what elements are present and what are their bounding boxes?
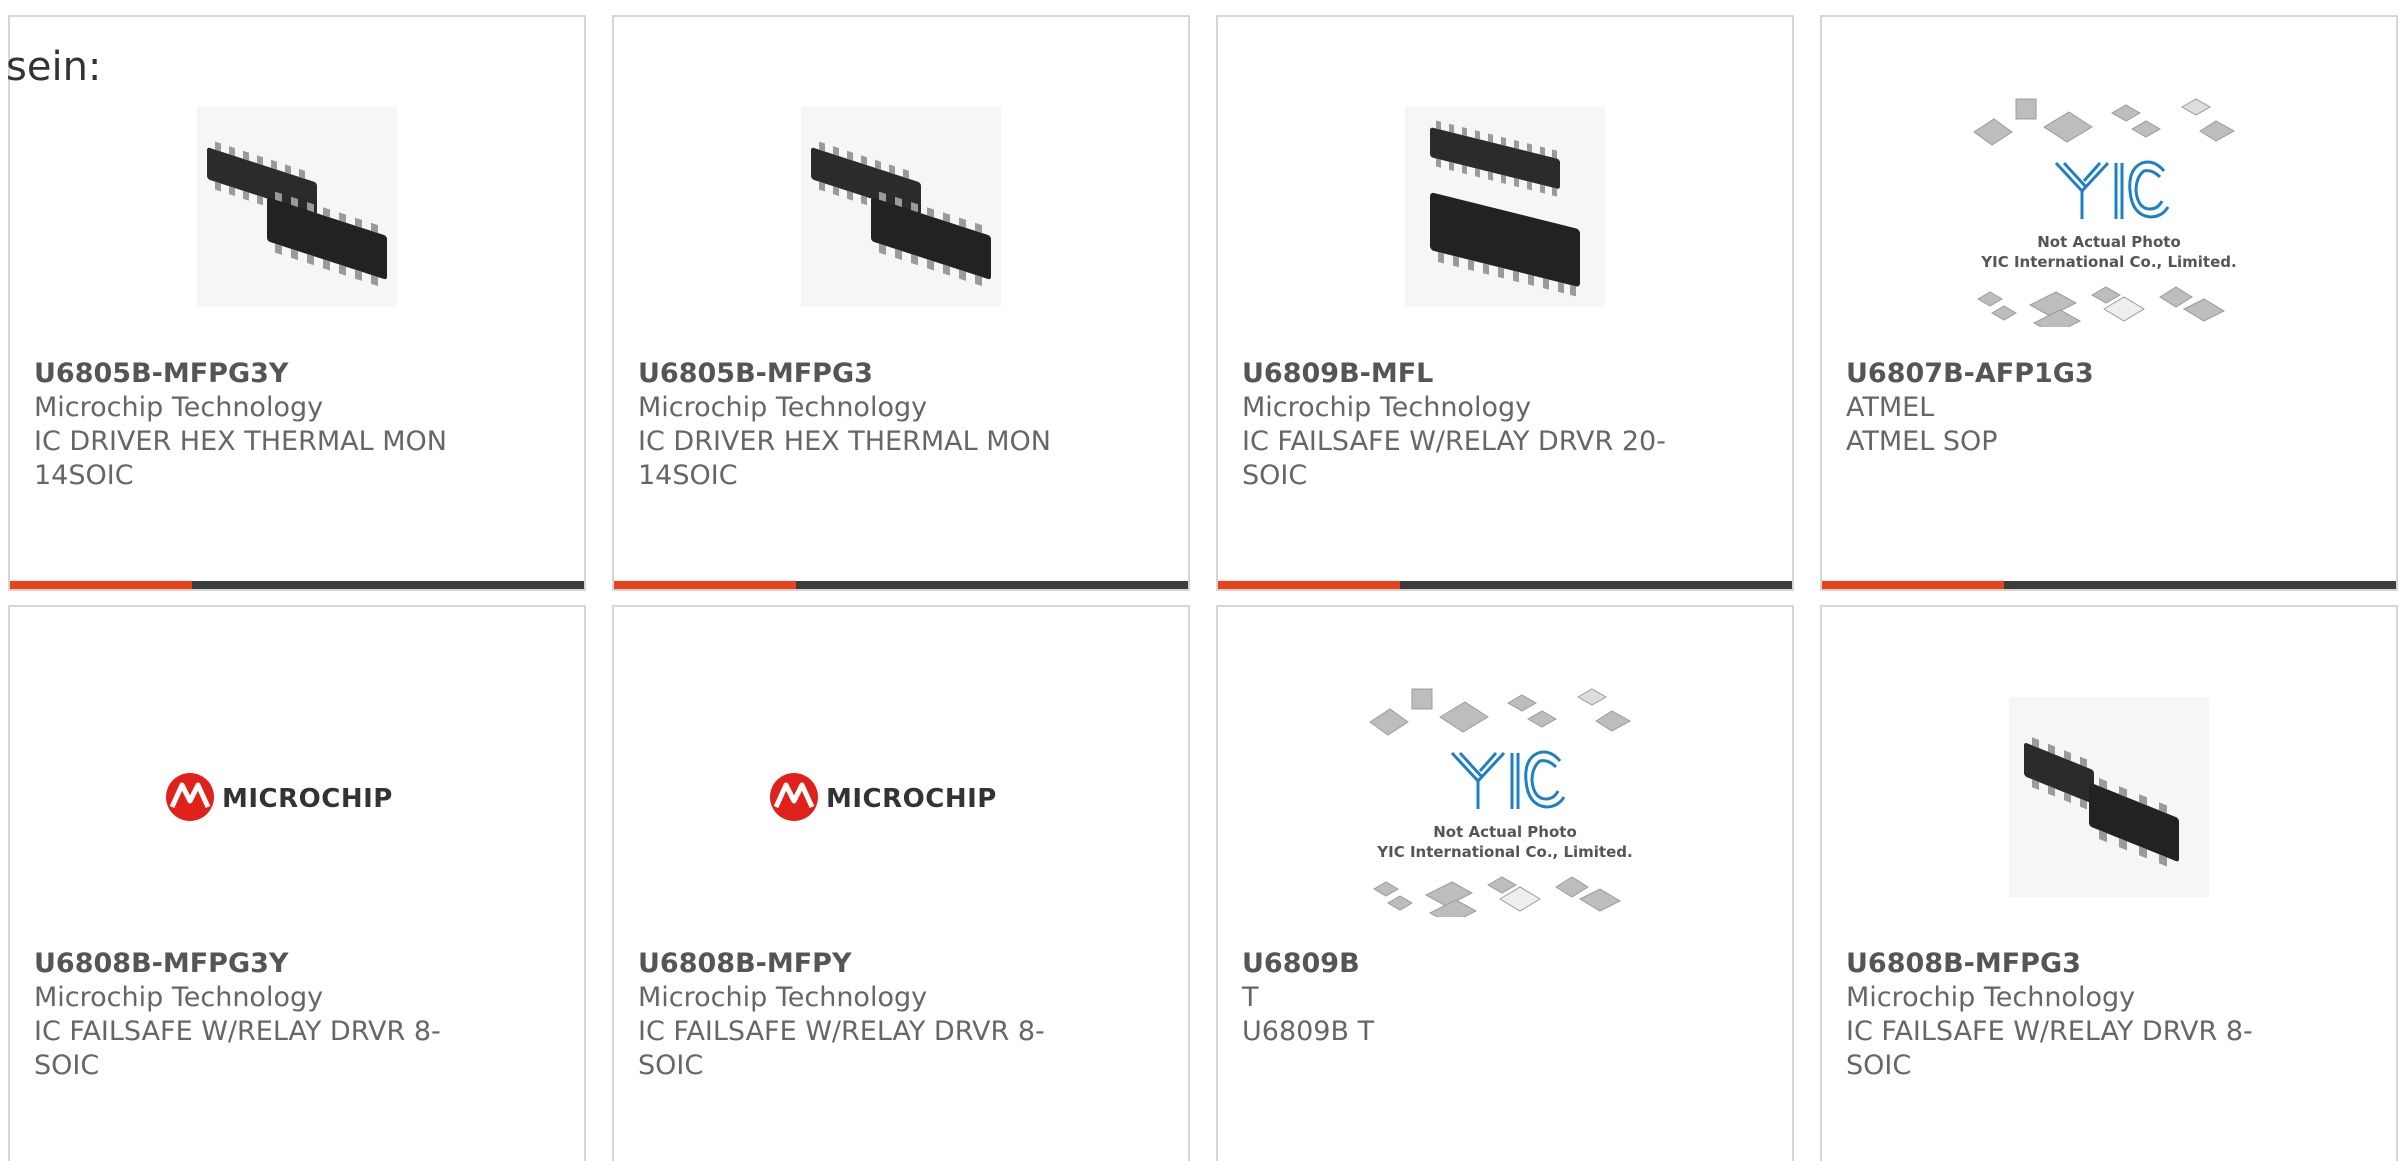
description-label: IC DRIVER HEX THERMAL MON 14SOIC — [638, 426, 1051, 491]
product-image[interactable]: MICROCHIP — [614, 677, 1188, 917]
product-image[interactable] — [1822, 677, 2396, 917]
product-image[interactable]: Not Actual Photo YIC International Co., … — [1218, 677, 1792, 917]
product-card[interactable]: U6805B-MFPG3 Microchip Technology IC DRIVE… — [612, 15, 1190, 591]
product-grid: U6805B-MFPG3Y Microchip Technology IC DRIV… — [8, 15, 2398, 1161]
product-info: U6809B-MFL Microchip Technology IC FAILSAF… — [1242, 357, 1672, 493]
card-bottom-bar — [10, 581, 584, 589]
part-number-link[interactable]: U6805B-MFPG3Y — [34, 357, 464, 391]
card-accent-bar — [10, 581, 192, 589]
manufacturer-label: Microchip Technology — [638, 392, 928, 423]
product-card[interactable]: U6809B-MFL Microchip Technology IC FAILSAF… — [1216, 15, 1794, 591]
part-number-link[interactable]: U6809B — [1242, 947, 1672, 981]
product-info: U6808B-MFPY Microchip Technology IC FAILSA… — [638, 947, 1068, 1083]
card-accent-bar — [614, 581, 796, 589]
part-number-link[interactable]: U6807B-AFP1G3 — [1846, 357, 2276, 391]
product-image[interactable] — [614, 87, 1188, 327]
manufacturer-label: Microchip Technology — [1242, 392, 1532, 423]
manufacturer-label: Microchip Technology — [1846, 982, 2136, 1013]
product-card[interactable]: U6805B-MFPG3Y Microchip Technology IC DRIV… — [8, 15, 586, 591]
svg-text:MICROCHIP: MICROCHIP — [222, 784, 393, 814]
card-bottom-bar — [614, 581, 1188, 589]
part-number-link[interactable]: U6808B-MFPY — [638, 947, 1068, 981]
placeholder-note-2: YIC International Co., Limited. — [1376, 843, 1632, 861]
manufacturer-label: T — [1242, 982, 1259, 1013]
card-accent-bar — [1218, 581, 1400, 589]
manufacturer-label: Microchip Technology — [34, 392, 324, 423]
product-listing-page: sein: U6805B-MFPG3Y Microchip Technology… — [0, 0, 2400, 1161]
description-label: IC FAILSAFE W/RELAY DRVR 8-SOIC — [638, 1016, 1045, 1081]
product-card[interactable]: Not Actual Photo YIC International Co., … — [1216, 605, 1794, 1161]
product-image[interactable] — [1218, 87, 1792, 327]
soic-8-icon — [2009, 697, 2209, 897]
product-image[interactable] — [10, 87, 584, 327]
intro-text: sein: — [6, 44, 102, 90]
manufacturer-label: Microchip Technology — [34, 982, 324, 1013]
part-number-link[interactable]: U6808B-MFPG3 — [1846, 947, 2276, 981]
product-image[interactable]: MICROCHIP — [10, 677, 584, 917]
description-label: IC FAILSAFE W/RELAY DRVR 8-SOIC — [34, 1016, 441, 1081]
description-label: IC FAILSAFE W/RELAY DRVR 20-SOIC — [1242, 426, 1666, 491]
soic-20-icon — [1405, 107, 1605, 307]
manufacturer-label: Microchip Technology — [638, 982, 928, 1013]
placeholder-note-1: Not Actual Photo — [2037, 233, 2181, 251]
part-number-link[interactable]: U6809B-MFL — [1242, 357, 1672, 391]
microchip-logo: MICROCHIP — [770, 773, 997, 821]
product-info: U6808B-MFPG3Y Microchip Technology IC FAIL… — [34, 947, 464, 1083]
part-number-link[interactable]: U6808B-MFPG3Y — [34, 947, 464, 981]
card-bottom-bar — [1822, 581, 2396, 589]
description-label: IC FAILSAFE W/RELAY DRVR 8-SOIC — [1846, 1016, 2253, 1081]
description-label: IC DRIVER HEX THERMAL MON 14SOIC — [34, 426, 447, 491]
yic-placeholder-icon: Not Actual Photo YIC International Co., … — [1369, 688, 1633, 917]
product-info: U6809B T U6809B T — [1242, 947, 1672, 1049]
placeholder-note-1: Not Actual Photo — [1433, 823, 1577, 841]
product-info: U6805B-MFPG3Y Microchip Technology IC DRIV… — [34, 357, 464, 493]
soic-14-icon — [801, 107, 1001, 307]
product-card[interactable]: U6808B-MFPG3 Microchip Technology IC FAILS… — [1820, 605, 2398, 1161]
product-card[interactable]: Not Actual Photo YIC International Co., … — [1820, 15, 2398, 591]
description-label: U6809B T — [1242, 1016, 1375, 1047]
part-number-link[interactable]: U6805B-MFPG3 — [638, 357, 1068, 391]
product-image[interactable]: Not Actual Photo YIC International Co., … — [1822, 87, 2396, 327]
soic-14-icon — [197, 107, 397, 307]
product-info: U6808B-MFPG3 Microchip Technology IC FAILS… — [1846, 947, 2276, 1083]
product-card[interactable]: MICROCHIP U6808B-MFPG3Y Microchip Technol… — [8, 605, 586, 1161]
svg-text:MICROCHIP: MICROCHIP — [826, 784, 997, 814]
yic-placeholder-icon: Not Actual Photo YIC International Co., … — [1973, 98, 2237, 327]
description-label: ATMEL SOP — [1846, 426, 1998, 457]
product-info: U6807B-AFP1G3 ATMEL ATMEL SOP — [1846, 357, 2276, 459]
placeholder-note-2: YIC International Co., Limited. — [1980, 253, 2236, 271]
product-card[interactable]: MICROCHIP U6808B-MFPY Microchip Technolog… — [612, 605, 1190, 1161]
card-bottom-bar — [1218, 581, 1792, 589]
microchip-logo: MICROCHIP — [166, 773, 393, 821]
card-accent-bar — [1822, 581, 2004, 589]
product-info: U6805B-MFPG3 Microchip Technology IC DRIVE… — [638, 357, 1068, 493]
manufacturer-label: ATMEL — [1846, 392, 1935, 423]
